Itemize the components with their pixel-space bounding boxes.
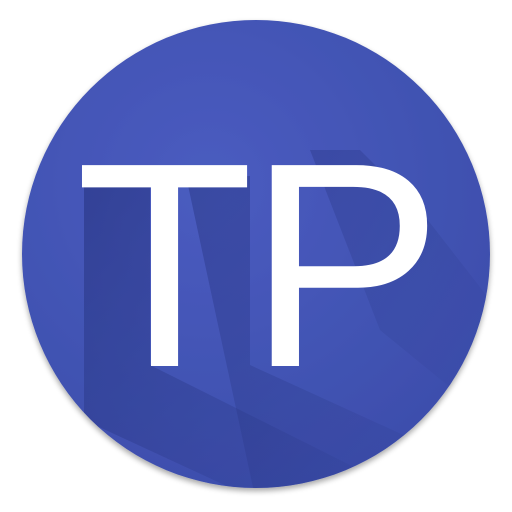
icon-letters: TP	[75, 102, 436, 428]
app-icon[interactable]: TP	[0, 0, 512, 512]
app-icon-graphic: TP	[22, 20, 490, 488]
